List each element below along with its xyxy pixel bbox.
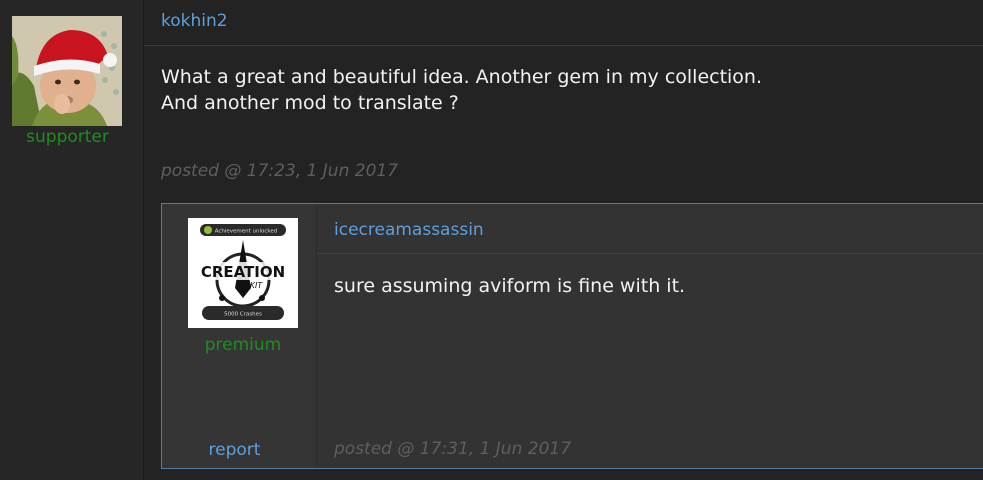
avatar-badge-bottom-text: 5000 Crashes [224, 312, 262, 318]
avatar-badge-top-text: Achievement unlocked [215, 229, 278, 235]
forum-thread-page: supporter kokhin2 What a great and beaut… [0, 0, 983, 480]
post-timestamp: posted @ 17:23, 1 Jun 2017 [161, 161, 399, 181]
reply-author-column: Achievement unlocked CREATION KIT 5000 C… [162, 204, 317, 468]
post-header: kokhin2 [144, 0, 983, 46]
post-body: What a great and beautiful idea. Another… [161, 64, 762, 116]
reply-user-avatar[interactable]: Achievement unlocked CREATION KIT 5000 C… [188, 218, 298, 328]
user-avatar[interactable] [12, 16, 122, 126]
user-role-badge: supporter [26, 127, 109, 147]
avatar-title-text: CREATION [201, 263, 285, 281]
reply-content: icecreamassassin sure assuming aviform i… [317, 204, 983, 468]
post-author-link[interactable]: kokhin2 [161, 11, 228, 31]
reply-post: Achievement unlocked CREATION KIT 5000 C… [161, 203, 983, 469]
post-body-line: What a great and beautiful idea. Another… [161, 66, 763, 88]
reply-timestamp: posted @ 17:31, 1 Jun 2017 [334, 439, 572, 459]
reply-author-link[interactable]: icecreamassassin [334, 220, 484, 240]
reply-body: sure assuming aviform is fine with it. [334, 275, 686, 297]
creation-kit-achievement-avatar-icon: Achievement unlocked CREATION KIT 5000 C… [188, 218, 298, 328]
avatar-subtitle-text: KIT [250, 281, 264, 290]
reply-user-role-badge: premium [204, 335, 282, 355]
post-body-line: And another mod to translate ? [161, 92, 459, 114]
report-link[interactable]: report [162, 440, 307, 460]
post-author-column: supporter [0, 0, 144, 480]
baby-santa-hat-avatar-icon [12, 16, 122, 126]
reply-header: icecreamassassin [317, 204, 983, 254]
